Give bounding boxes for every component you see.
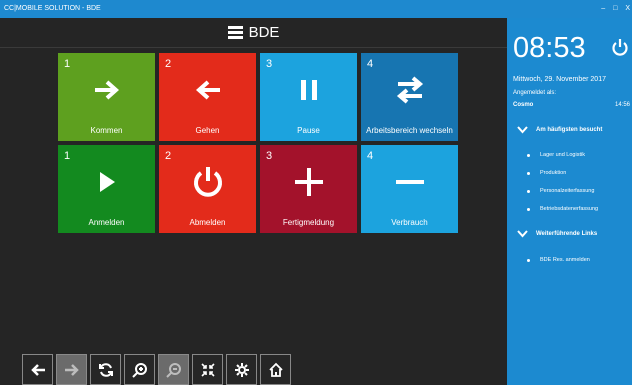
link-label: Lager und Logistik — [540, 152, 585, 158]
power-icon[interactable] — [612, 38, 628, 56]
date-text: Mittwoch, 29. November 2017 — [513, 76, 606, 83]
chevron-down-icon — [517, 230, 528, 238]
link-item[interactable]: Produktion — [527, 170, 566, 176]
collapse-icon — [200, 362, 215, 377]
tile-number: 3 — [266, 58, 273, 70]
plus-icon — [294, 167, 323, 196]
zoom-out-button[interactable] — [158, 354, 189, 385]
chevron-down-icon — [517, 126, 528, 134]
link-item[interactable]: BDE Res. anmelden — [527, 257, 590, 263]
tile-gehen[interactable]: 2 Gehen — [159, 53, 256, 141]
forward-button[interactable] — [56, 354, 87, 385]
tile-label: Kommen — [90, 126, 123, 135]
tile-label: Fertigmeldung — [282, 218, 335, 227]
bottom-toolbar — [22, 354, 291, 385]
maximize-button[interactable]: □ — [613, 0, 617, 18]
home-icon — [268, 362, 283, 377]
tile-number: 2 — [165, 150, 172, 162]
info-sidebar: 08:53 Mittwoch, 29. November 2017 Angeme… — [507, 18, 632, 385]
collapse-button[interactable] — [192, 354, 223, 385]
link-label: BDE Res. anmelden — [540, 257, 590, 263]
main-panel: BDE 1 Kommen 2 Gehen 3 Pause 4 Arbeitsbe — [0, 18, 507, 385]
tile-label: Anmelden — [88, 218, 125, 227]
arrow-left-icon — [195, 80, 220, 100]
tile-kommen[interactable]: 1 Kommen — [58, 53, 155, 141]
clock: 08:53 — [513, 32, 586, 64]
section-title: Weiterführende Links — [536, 231, 598, 237]
bullet-icon — [527, 207, 530, 211]
bullet-icon — [527, 171, 530, 175]
logged-in-label: Angemeldet als: — [513, 90, 557, 96]
minus-icon — [395, 179, 424, 184]
zoom-out-icon — [165, 362, 181, 378]
arrow-right-icon — [64, 363, 79, 376]
bullet-icon — [527, 153, 530, 157]
minimize-button[interactable]: – — [601, 0, 605, 18]
user-name: Cosmo — [513, 102, 534, 108]
refresh-icon — [98, 362, 113, 377]
zoom-in-icon — [131, 362, 147, 378]
tile-label: Verbrauch — [391, 218, 428, 227]
bullet-icon — [527, 258, 530, 262]
refresh-button[interactable] — [90, 354, 121, 385]
tile-fertigmeldung[interactable]: 3 Fertigmeldung — [260, 145, 357, 233]
tile-label: Arbeitsbereich wechseln — [366, 126, 453, 135]
tile-number: 1 — [64, 150, 71, 162]
link-label: Produktion — [540, 170, 567, 176]
zoom-in-button[interactable] — [124, 354, 155, 385]
page-title: BDE — [248, 24, 280, 41]
link-item[interactable]: Lager und Logistik — [527, 152, 585, 158]
tile-label: Pause — [297, 126, 320, 135]
link-label: Betriebsdatenerfassung — [540, 206, 599, 212]
gear-icon — [234, 362, 249, 377]
section-further-links[interactable]: Weiterführende Links — [517, 230, 597, 238]
user-time: 14:56 — [614, 102, 630, 108]
tile-anmelden[interactable]: 1 Anmelden — [58, 145, 155, 233]
tile-pause[interactable]: 3 Pause — [260, 53, 357, 141]
app-window: CC|MOBILE SOLUTION - BDE – □ X BDE 1 Kom… — [0, 0, 632, 385]
tile-verbrauch[interactable]: 4 Verbrauch — [361, 145, 458, 233]
tile-number: 2 — [165, 58, 172, 70]
arrow-right-icon — [94, 80, 119, 100]
arrow-left-icon — [30, 363, 45, 376]
pause-icon — [300, 79, 317, 100]
back-button[interactable] — [22, 354, 53, 385]
title-bar: CC|MOBILE SOLUTION - BDE – □ X — [0, 0, 632, 18]
link-item[interactable]: Personalzeiterfassung — [527, 188, 594, 194]
power-icon — [193, 166, 222, 197]
bullet-icon — [527, 189, 530, 193]
swap-arrows-icon — [396, 76, 423, 104]
tile-label: Abmelden — [189, 218, 226, 227]
close-button[interactable]: X — [625, 0, 630, 18]
list-icon — [227, 26, 243, 39]
settings-button[interactable] — [226, 354, 257, 385]
play-icon — [99, 171, 115, 192]
home-button[interactable] — [260, 354, 291, 385]
tile-label: Gehen — [195, 126, 220, 135]
tile-number: 4 — [367, 58, 374, 70]
tile-arbeitsbereich-wechseln[interactable]: 4 Arbeitsbereich wechseln — [361, 53, 458, 141]
section-title: Am häufigsten besucht — [536, 127, 603, 133]
link-item[interactable]: Betriebsdatenerfassung — [527, 206, 598, 212]
window-title: CC|MOBILE SOLUTION - BDE — [4, 5, 101, 12]
tile-number: 4 — [367, 150, 374, 162]
tile-number: 3 — [266, 150, 273, 162]
link-label: Personalzeiterfassung — [540, 188, 595, 194]
tile-number: 1 — [64, 58, 71, 70]
tile-abmelden[interactable]: 2 Abmelden — [159, 145, 256, 233]
page-header: BDE — [0, 18, 507, 48]
section-most-visited[interactable]: Am häufigsten besucht — [517, 126, 602, 134]
